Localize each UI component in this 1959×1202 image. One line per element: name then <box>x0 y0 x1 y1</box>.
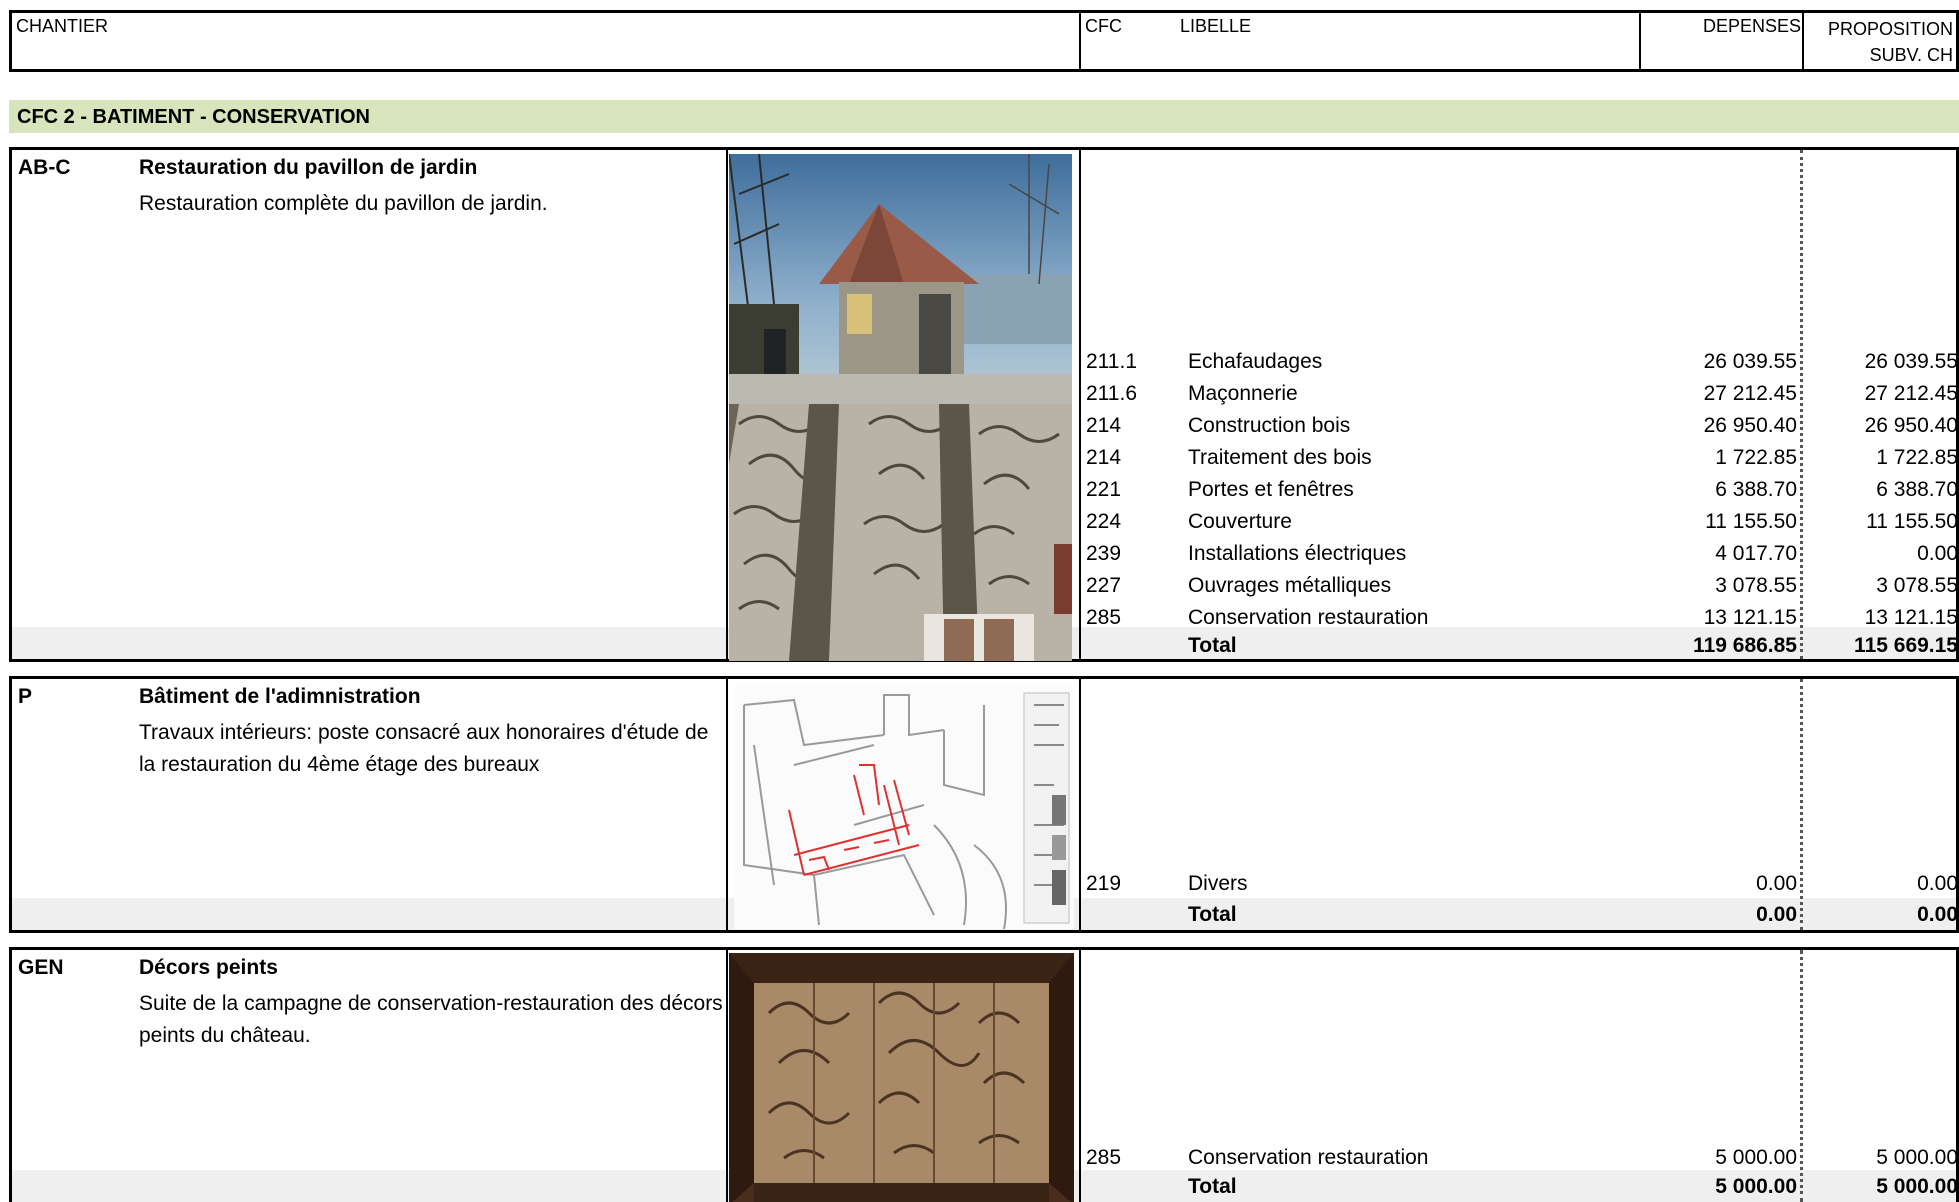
header-libelle: LIBELLE <box>1180 16 1252 36</box>
project-title: Décors peints <box>139 956 278 979</box>
header-proposition: PROPOSITION SUBV. CH <box>1827 19 1953 65</box>
total-line: Total 119 686.85 115 669.15 <box>1188 634 1958 657</box>
table-header: CHANTIER CFC LIBELLE DEPENSES PROPOSITIO… <box>9 10 1959 72</box>
column-divider <box>726 150 728 659</box>
total-line: Total 0.00 0.00 <box>1188 903 1958 926</box>
column-divider <box>1079 679 1081 930</box>
cost-line: 239 Installations électriques 4 017.70 0… <box>1086 542 1958 565</box>
header-divider <box>1639 13 1641 69</box>
project-description: Suite de la campagne de conservation-res… <box>139 992 723 1047</box>
cost-line: 219 Divers 0.00 0.00 <box>1086 872 1958 895</box>
floor-plan-image <box>734 685 1074 929</box>
header-chantier: CHANTIER <box>16 16 109 36</box>
cost-line: 211.1 Echafaudages 26 039.55 26 039.55 <box>1086 350 1958 373</box>
cost-line: 285 Conservation restauration 5 000.00 5… <box>1086 1146 1958 1169</box>
column-divider <box>1079 950 1081 1202</box>
project-description: Travaux intérieurs: poste consacré aux h… <box>139 721 709 776</box>
project-code: GEN <box>18 956 64 979</box>
cost-line: 221 Portes et fenêtres 6 388.70 6 388.70 <box>1086 478 1958 501</box>
column-divider <box>726 679 728 930</box>
project-code: AB-C <box>18 156 71 179</box>
column-divider <box>1079 150 1081 659</box>
header-depenses: DEPENSES <box>1702 16 1801 36</box>
project-description: Restauration complète du pavillon de jar… <box>139 192 548 215</box>
project-code: P <box>18 685 33 708</box>
total-line: Total 5 000.00 5 000.00 <box>1188 1175 1958 1198</box>
project-block-p: P Bâtiment de l'adimnistration Travaux i… <box>9 676 1959 933</box>
header-cfc: CFC <box>1085 16 1122 36</box>
cost-line: 224 Couverture 11 155.50 11 155.50 <box>1086 510 1958 533</box>
cost-line: 227 Ouvrages métalliques 3 078.55 3 078.… <box>1086 574 1958 597</box>
cost-line: 211.6 Maçonnerie 27 212.45 27 212.45 <box>1086 382 1958 405</box>
header-divider <box>1802 13 1804 69</box>
project-block-abc: AB-C Restauration du pavillon de jardin … <box>9 147 1959 662</box>
project-title: Bâtiment de l'adimnistration <box>139 685 421 708</box>
painted-ceiling-photo <box>729 404 1072 661</box>
cost-line: 214 Traitement des bois 1 722.85 1 722.8… <box>1086 446 1958 469</box>
pavilion-photo <box>729 154 1072 404</box>
painted-decor-photo <box>729 953 1074 1202</box>
section-title: CFC 2 - BATIMENT - CONSERVATION <box>9 100 1959 133</box>
project-title: Restauration du pavillon de jardin <box>139 156 478 179</box>
project-block-gen: GEN Décors peints Suite de la campagne d… <box>9 947 1959 1202</box>
cost-line: 214 Construction bois 26 950.40 26 950.4… <box>1086 414 1958 437</box>
header-divider <box>1079 13 1081 69</box>
